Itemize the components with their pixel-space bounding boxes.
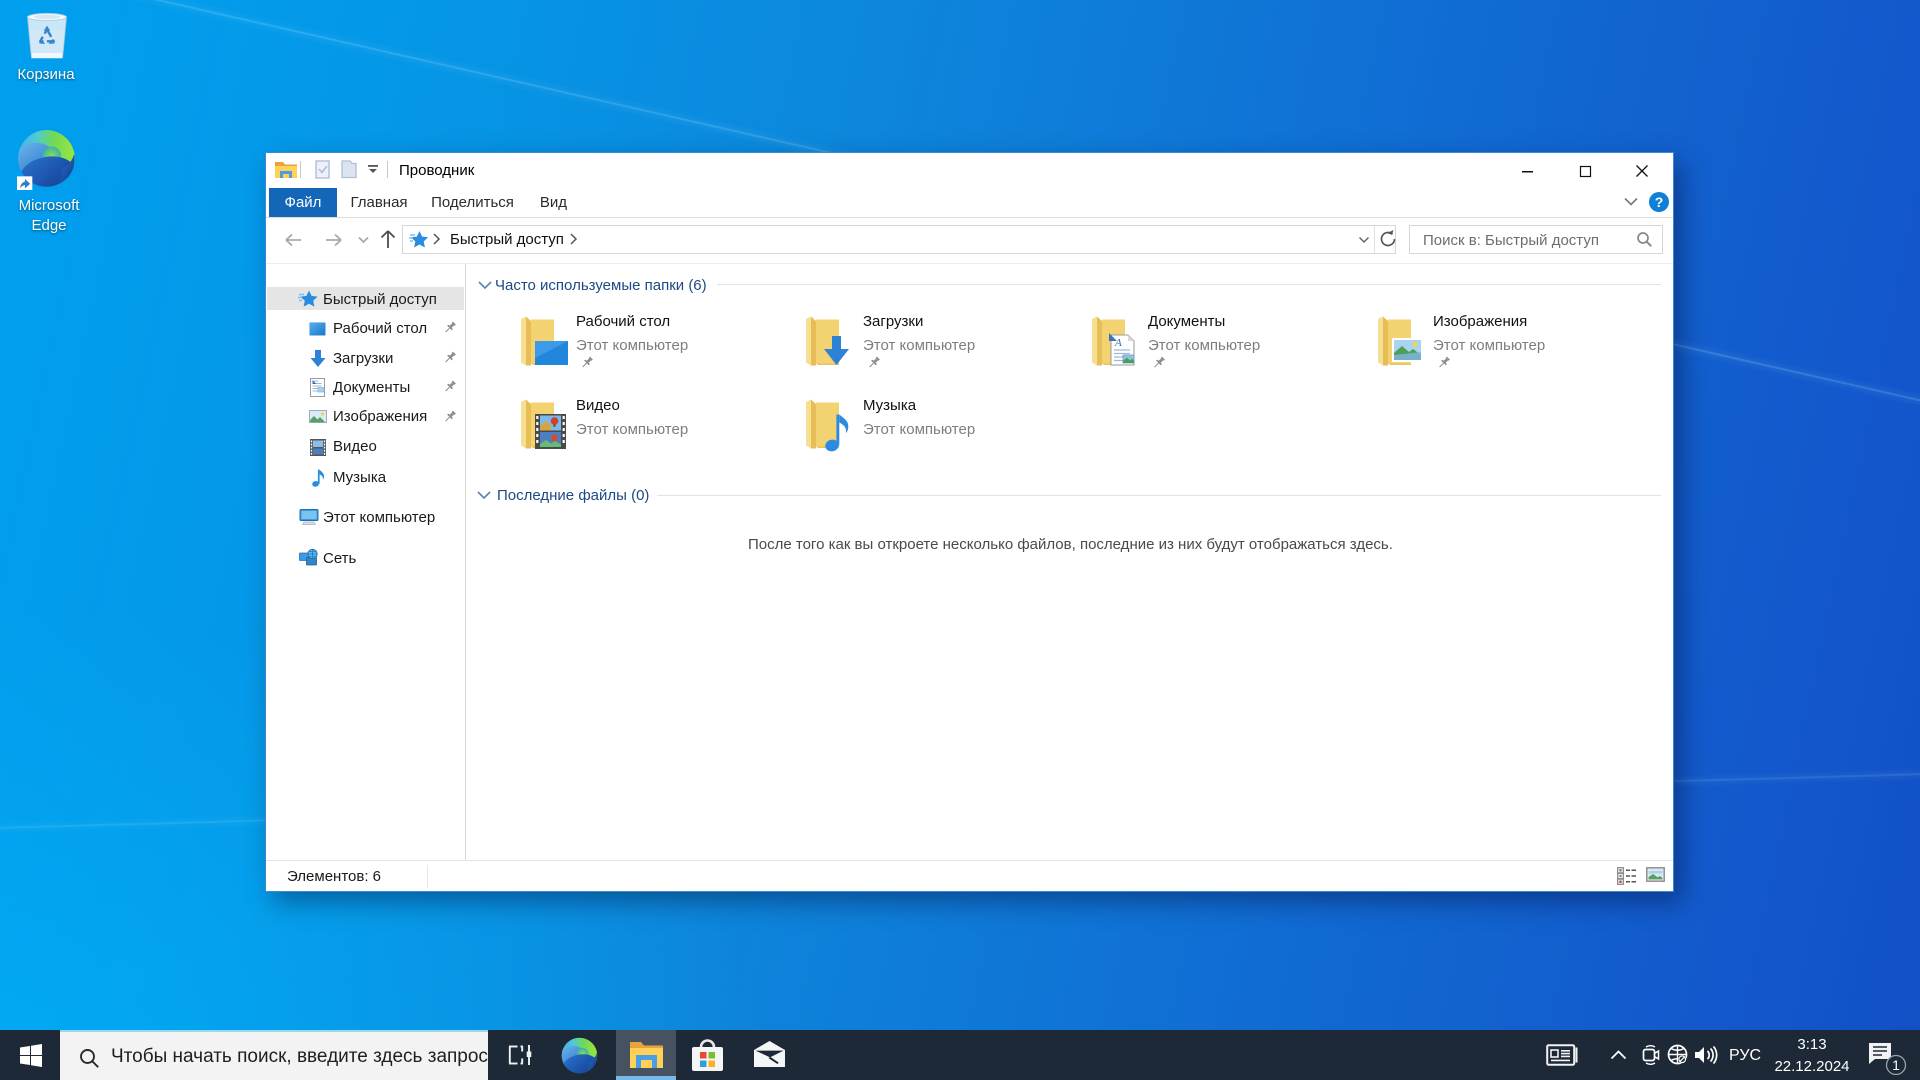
svg-text:1: 1 xyxy=(1892,1057,1900,1073)
svg-text:A: A xyxy=(1114,337,1122,349)
